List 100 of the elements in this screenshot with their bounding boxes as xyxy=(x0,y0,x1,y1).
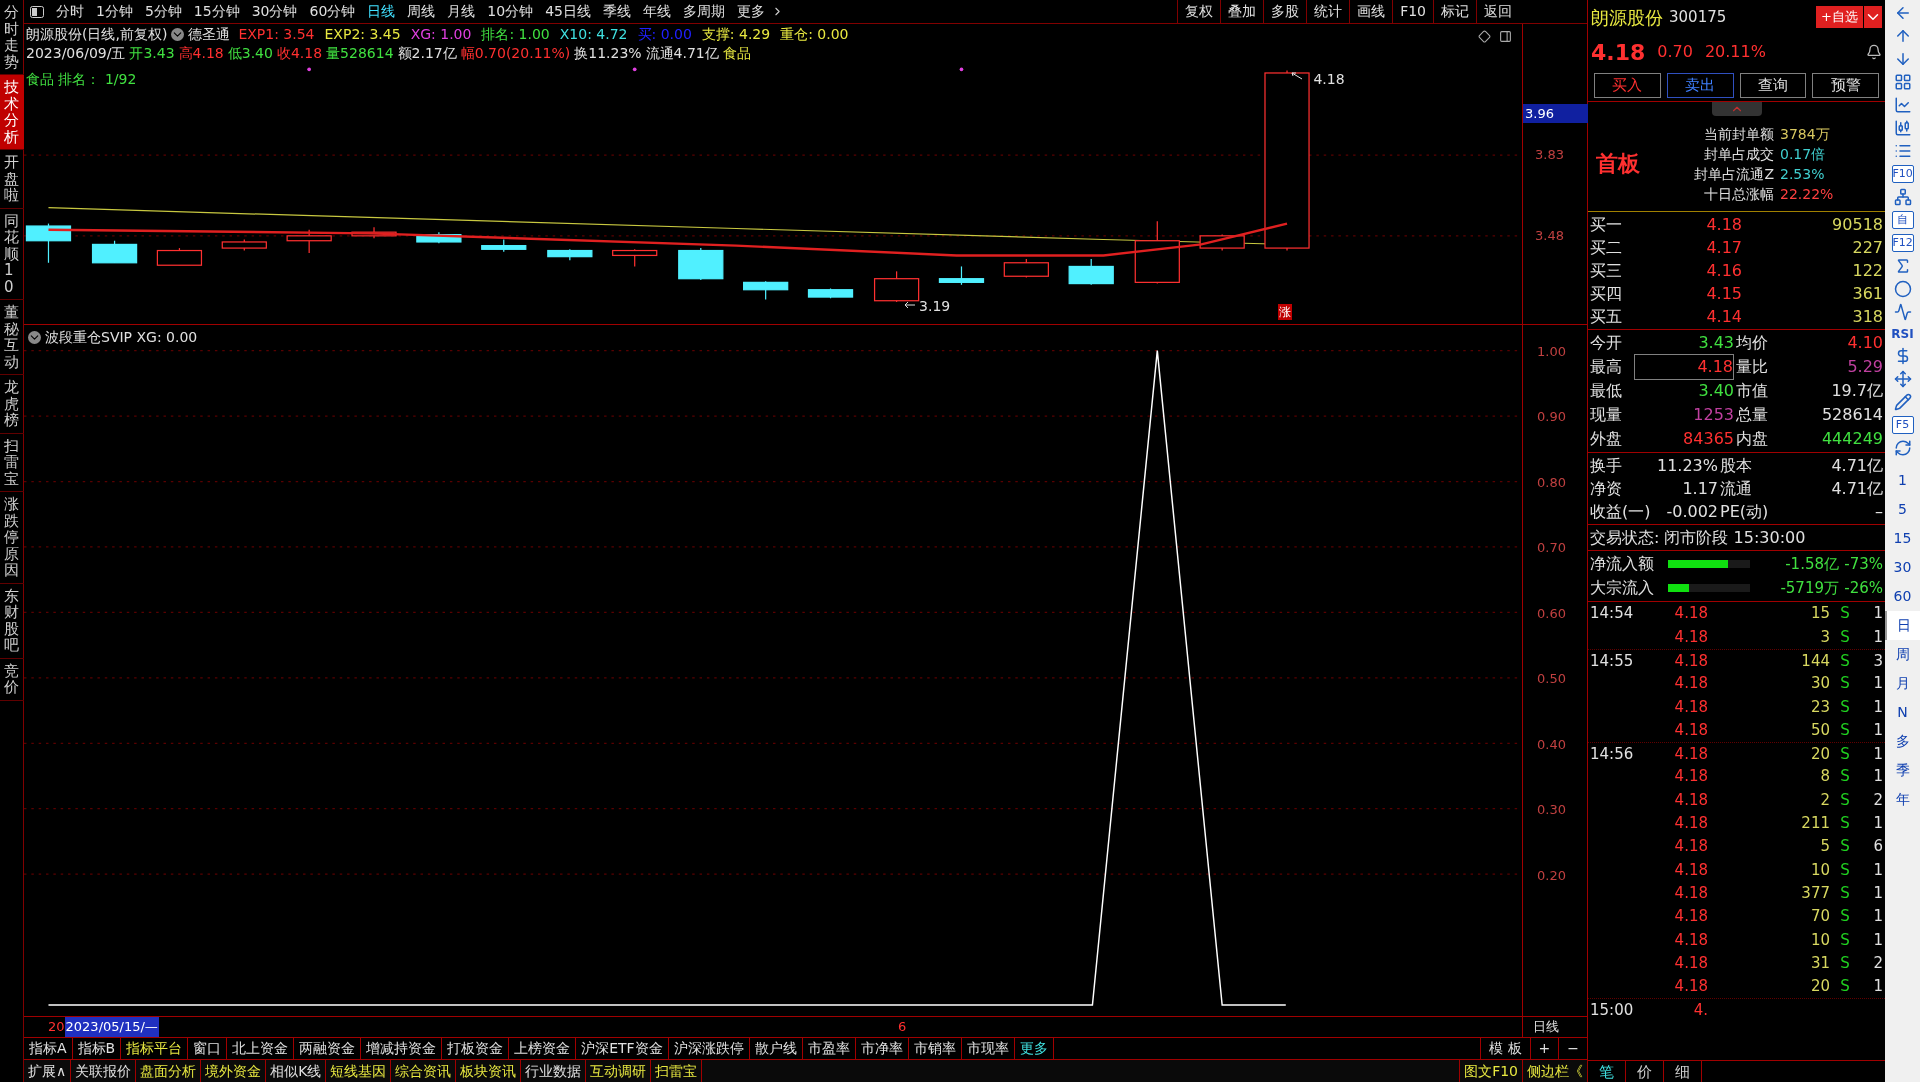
period-tab[interactable]: 更多 xyxy=(731,1,771,22)
alert-bell-icon[interactable] xyxy=(1866,44,1882,60)
indicator-tab[interactable]: 窗口 xyxy=(188,1037,228,1060)
status-bar-link[interactable]: 境外资金 xyxy=(201,1060,267,1082)
indicator-tab[interactable]: 沪深涨跌停 xyxy=(668,1037,750,1060)
period-shortcut[interactable]: 多 xyxy=(1885,727,1920,756)
toolbar-button[interactable]: 复权 xyxy=(1177,0,1221,24)
indicator-tab[interactable]: 打板资金 xyxy=(442,1037,510,1060)
period-shortcut[interactable]: 30 xyxy=(1885,553,1920,582)
pane-tool-button[interactable]: 模 板 xyxy=(1480,1037,1530,1060)
side-tab[interactable]: 竞价 xyxy=(0,658,24,701)
list-icon[interactable] xyxy=(1893,142,1912,160)
toolbar-button[interactable]: 画线 xyxy=(1349,0,1393,24)
status-bar-link[interactable]: 相似K线 xyxy=(266,1060,327,1082)
period-tab[interactable]: 10分钟 xyxy=(481,1,540,22)
side-tab[interactable]: 董秘互动 xyxy=(0,300,24,375)
candlestick-icon[interactable] xyxy=(1893,119,1912,137)
period-shortcut[interactable]: 15 xyxy=(1885,524,1920,553)
status-bar-link[interactable]: 扫雷宝 xyxy=(651,1060,703,1082)
period-tab[interactable]: 季线 xyxy=(597,1,637,22)
period-tab[interactable]: 30分钟 xyxy=(245,1,304,22)
period-shortcut[interactable]: 周 xyxy=(1885,640,1920,669)
period-tab[interactable]: 日线 xyxy=(361,1,402,22)
period-tab[interactable]: 5分钟 xyxy=(138,1,188,22)
period-shortcut[interactable]: 年 xyxy=(1885,785,1920,814)
status-bar-link[interactable]: 互动调研 xyxy=(586,1060,652,1082)
status-bar-link[interactable]: 短线基因 xyxy=(326,1060,392,1082)
detail-tab[interactable]: 细 xyxy=(1664,1061,1702,1082)
sidebar-button[interactable]: RSI xyxy=(1891,326,1914,342)
status-bar-link[interactable]: 综合资讯 xyxy=(391,1060,457,1082)
circle-icon[interactable] xyxy=(1893,280,1912,298)
indicator-tab[interactable]: 增减持资金 xyxy=(361,1037,443,1060)
indicator-tab[interactable]: 市现率 xyxy=(961,1037,1015,1060)
side-tab[interactable]: 涨跌停原因 xyxy=(0,492,24,584)
status-bar-link[interactable]: 扩展∧ xyxy=(24,1060,72,1082)
panel-toggle-icon[interactable] xyxy=(30,5,44,18)
toolbar-button[interactable]: 标记 xyxy=(1433,0,1476,24)
side-tab[interactable]: 技术分析 xyxy=(0,75,24,150)
dropdown-icon[interactable] xyxy=(171,28,185,41)
indicator-tab[interactable]: 市销率 xyxy=(908,1037,962,1060)
line-chart-icon[interactable] xyxy=(1893,96,1912,114)
period-shortcut[interactable]: N xyxy=(1885,698,1920,727)
indicator-tab[interactable]: 更多 xyxy=(1014,1037,1054,1060)
detail-tab[interactable]: 价 xyxy=(1626,1061,1664,1082)
toolbar-button[interactable]: 统计 xyxy=(1306,0,1350,24)
dropdown-icon[interactable] xyxy=(28,331,41,344)
dropdown-icon[interactable] xyxy=(1864,6,1882,28)
indicator-tab[interactable]: 北上资金 xyxy=(227,1037,295,1060)
period-tab[interactable]: 周线 xyxy=(401,1,442,22)
grid-icon[interactable] xyxy=(1893,73,1912,91)
indicator-tab[interactable]: 沪深ETF资金 xyxy=(576,1037,669,1060)
side-tab[interactable]: 扫雷宝 xyxy=(0,433,24,492)
pane-tool-button[interactable]: + xyxy=(1529,1037,1559,1060)
period-shortcut[interactable]: 月 xyxy=(1885,669,1920,698)
diamond-icon[interactable] xyxy=(1478,30,1491,43)
trade-button[interactable]: 预警 xyxy=(1812,73,1879,98)
period-tab[interactable]: 多周期 xyxy=(677,1,731,22)
pencil-icon[interactable] xyxy=(1893,393,1912,411)
indicator-tab[interactable]: 市盈率 xyxy=(802,1037,856,1060)
status-bar-link[interactable]: 侧边栏《 xyxy=(1522,1060,1587,1082)
period-shortcut[interactable]: 日 xyxy=(1885,611,1920,640)
sidebar-button[interactable]: F5 xyxy=(1891,416,1914,434)
indicator-tab[interactable]: 上榜资金 xyxy=(509,1037,577,1060)
status-bar-link[interactable]: 板块资讯 xyxy=(456,1060,522,1082)
side-tab[interactable]: 开盘啦 xyxy=(0,150,24,209)
period-tab[interactable]: 分时 xyxy=(50,1,90,22)
status-bar-link[interactable]: 行业数据 xyxy=(521,1060,587,1082)
period-tab[interactable]: 年线 xyxy=(637,1,677,22)
indicator-tab[interactable]: 指标B xyxy=(72,1037,122,1060)
indicator-tab[interactable]: 散户线 xyxy=(749,1037,803,1060)
trade-button[interactable]: 查询 xyxy=(1739,73,1807,98)
status-bar-link[interactable]: 盘面分析 xyxy=(136,1060,202,1082)
period-shortcut[interactable]: 季 xyxy=(1885,756,1920,785)
side-tab[interactable]: 龙虎榜 xyxy=(0,375,24,434)
tree-icon[interactable] xyxy=(1893,188,1912,206)
pane-tool-button[interactable]: − xyxy=(1558,1037,1587,1060)
status-bar-link[interactable]: 关联报价 xyxy=(71,1060,137,1082)
period-tab[interactable]: 60分钟 xyxy=(303,1,362,22)
toolbar-button[interactable]: F10 xyxy=(1392,0,1433,24)
move-icon[interactable] xyxy=(1893,370,1912,388)
indicator-tab[interactable]: 指标A xyxy=(24,1037,73,1060)
refresh-icon[interactable] xyxy=(1893,439,1912,457)
collapse-handle[interactable] xyxy=(1711,102,1762,116)
sidebar-button[interactable]: F12 xyxy=(1891,234,1914,252)
period-shortcut[interactable]: 60 xyxy=(1885,582,1920,611)
toolbar-button[interactable]: 返回 xyxy=(1476,0,1519,24)
indicator-tab[interactable]: 指标平台 xyxy=(121,1037,189,1060)
indicator-tab[interactable]: 市净率 xyxy=(855,1037,909,1060)
toolbar-button[interactable]: 叠加 xyxy=(1220,0,1264,24)
period-tab[interactable]: 1分钟 xyxy=(90,1,139,22)
side-tab[interactable]: 东财股吧 xyxy=(0,583,24,659)
panel-icon[interactable] xyxy=(1499,30,1512,43)
wave-icon[interactable] xyxy=(1893,303,1912,321)
trade-button[interactable]: 卖出 xyxy=(1666,73,1734,98)
period-tab[interactable]: 45日线 xyxy=(539,1,597,22)
sidebar-button[interactable]: F10 xyxy=(1891,165,1914,183)
period-tab[interactable]: 15分钟 xyxy=(187,1,246,22)
trade-button[interactable]: 买入 xyxy=(1594,73,1661,98)
status-bar-link[interactable]: 图文F10 xyxy=(1459,1060,1522,1082)
toolbar-button[interactable]: 多股 xyxy=(1263,0,1307,24)
